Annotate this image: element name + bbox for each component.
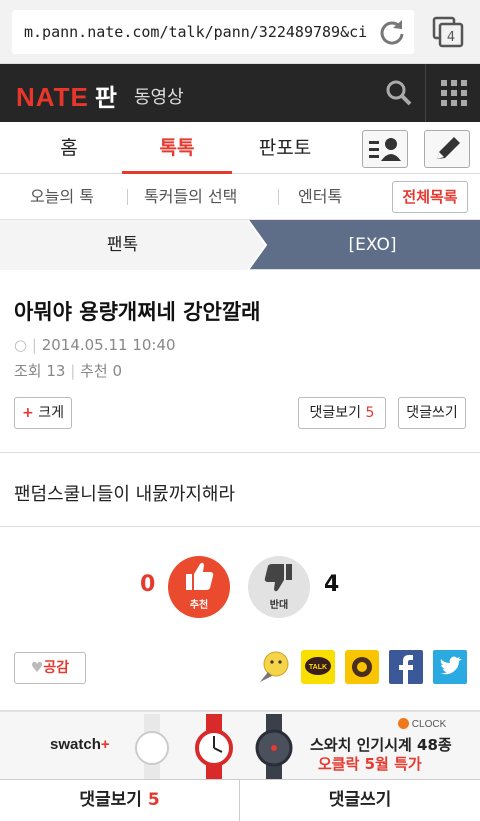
comments-view-label: 댓글보기 xyxy=(309,405,362,421)
downvote-count: 4 xyxy=(324,572,340,597)
site-header: NATE 판 동영상 xyxy=(0,64,480,122)
watches-image xyxy=(135,714,293,779)
clock-badge-icon xyxy=(398,718,409,729)
post-stats: 조회 13 | 추천 0 xyxy=(14,362,123,380)
reload-icon[interactable] xyxy=(378,18,406,46)
footer-comment-count: 5 xyxy=(147,790,160,810)
sub-nav-divider xyxy=(278,189,279,205)
comments-view-button[interactable]: 댓글보기 5 xyxy=(298,397,386,429)
tab-switcher-button[interactable]: 4 xyxy=(432,16,464,48)
footer-bar: 댓글보기 5 댓글쓰기 xyxy=(0,779,480,821)
downvote-button[interactable]: 반대 xyxy=(248,556,310,618)
emoticon-share-icon[interactable] xyxy=(258,650,292,684)
tab-home[interactable]: 홈 xyxy=(14,122,124,174)
tabs-icon: 4 xyxy=(432,16,464,48)
breadcrumb-exo[interactable]: [EXO] xyxy=(265,220,480,270)
ad-brand: swatch+ xyxy=(50,736,110,753)
post-content: 팬덤스쿨니들이 내뭀까지해라 xyxy=(14,484,236,505)
apps-grid-icon[interactable] xyxy=(441,80,467,106)
zoom-label: 크게 xyxy=(38,405,64,421)
upvote-button[interactable]: 추천 xyxy=(168,556,230,618)
svg-text:TALK: TALK xyxy=(309,664,327,671)
divider xyxy=(0,526,480,527)
empathy-button[interactable]: ♥공감 xyxy=(14,652,86,684)
recommend-label: 추천 xyxy=(80,362,108,380)
nate-logo[interactable]: NATE 판 xyxy=(16,78,118,113)
tab-toktok[interactable]: 톡톡 xyxy=(122,122,232,174)
sub-nav-divider xyxy=(127,189,128,205)
empathy-label: 공감 xyxy=(43,660,70,676)
zoom-button[interactable]: + 크게 xyxy=(14,397,72,429)
logo-text: NATE xyxy=(16,82,89,112)
breadcrumb-fantalk[interactable]: 팬톡 xyxy=(0,220,245,270)
divider xyxy=(0,452,480,453)
upvote-count: 0 xyxy=(140,572,156,597)
pencil-icon xyxy=(437,137,460,159)
heart-icon: ♥ xyxy=(30,660,44,676)
footer-comment-write-button[interactable]: 댓글쓰기 xyxy=(240,780,480,821)
kakaotalk-icon[interactable]: TALK xyxy=(301,650,335,684)
ad-line2: 오클락 5월 특가 xyxy=(318,755,422,773)
sub-nav-enter[interactable]: 엔터톡 xyxy=(298,174,342,220)
ad-line1: 스와치 인기시계 48종 xyxy=(310,736,452,754)
ad-badge: CLOCK xyxy=(398,718,446,730)
footer-comments-view-button[interactable]: 댓글보기 5 xyxy=(0,780,240,821)
search-icon[interactable] xyxy=(384,78,414,108)
logo-sub: 판 xyxy=(94,84,118,112)
views-count: 13 xyxy=(46,362,66,380)
thumbs-up-icon xyxy=(186,562,214,590)
browser-toolbar: m.pann.nate.com/talk/pann/322489789&ci 4 xyxy=(0,0,480,64)
post-title: 아뭐야 용량개쩌네 강안깔래 xyxy=(14,300,261,324)
sub-nav-today[interactable]: 오늘의 톡 xyxy=(30,174,94,220)
video-link[interactable]: 동영상 xyxy=(134,83,184,109)
post-date: 2014.05.11 10:40 xyxy=(41,336,176,354)
comment-write-button[interactable]: 댓글쓰기 xyxy=(398,397,466,429)
views-label: 조회 xyxy=(14,362,42,380)
ad-banner[interactable]: swatch+ CLOCK 스와치 인기시계 48종 오클락 5월 특가 xyxy=(0,711,480,779)
plus-icon: + xyxy=(22,405,34,421)
post-date-line: ○ | 2014.05.11 10:40 xyxy=(14,336,176,354)
all-list-button[interactable]: 전체목록 xyxy=(392,181,468,213)
url-field[interactable]: m.pann.nate.com/talk/pann/322489789&ci xyxy=(12,10,414,54)
url-text: m.pann.nate.com/talk/pann/322489789&ci xyxy=(24,23,368,41)
author-icon: ○ xyxy=(14,336,28,354)
sub-nav-choice[interactable]: 톡커들의 선택 xyxy=(144,174,237,220)
facebook-icon[interactable] xyxy=(389,650,423,684)
user-list-icon xyxy=(369,138,401,161)
main-nav: 홈 톡톡 판포토 xyxy=(0,122,480,174)
comment-count: 5 xyxy=(365,405,375,421)
tab-panphoto[interactable]: 판포토 xyxy=(230,122,340,174)
upvote-label: 추천 xyxy=(189,600,209,611)
tab-count: 4 xyxy=(447,30,455,45)
downvote-label: 반대 xyxy=(269,600,289,611)
sub-nav: 오늘의 톡 톡커들의 선택 엔터톡 전체목록 xyxy=(0,174,480,220)
recommend-count: 0 xyxy=(112,362,123,380)
write-button[interactable] xyxy=(424,130,470,168)
breadcrumb: 팬톡 [EXO] xyxy=(0,220,480,270)
kakaostory-icon[interactable] xyxy=(345,650,379,684)
profile-button[interactable] xyxy=(362,130,408,168)
header-divider xyxy=(425,64,426,122)
thumbs-down-icon xyxy=(264,564,292,592)
twitter-icon[interactable] xyxy=(433,650,467,684)
